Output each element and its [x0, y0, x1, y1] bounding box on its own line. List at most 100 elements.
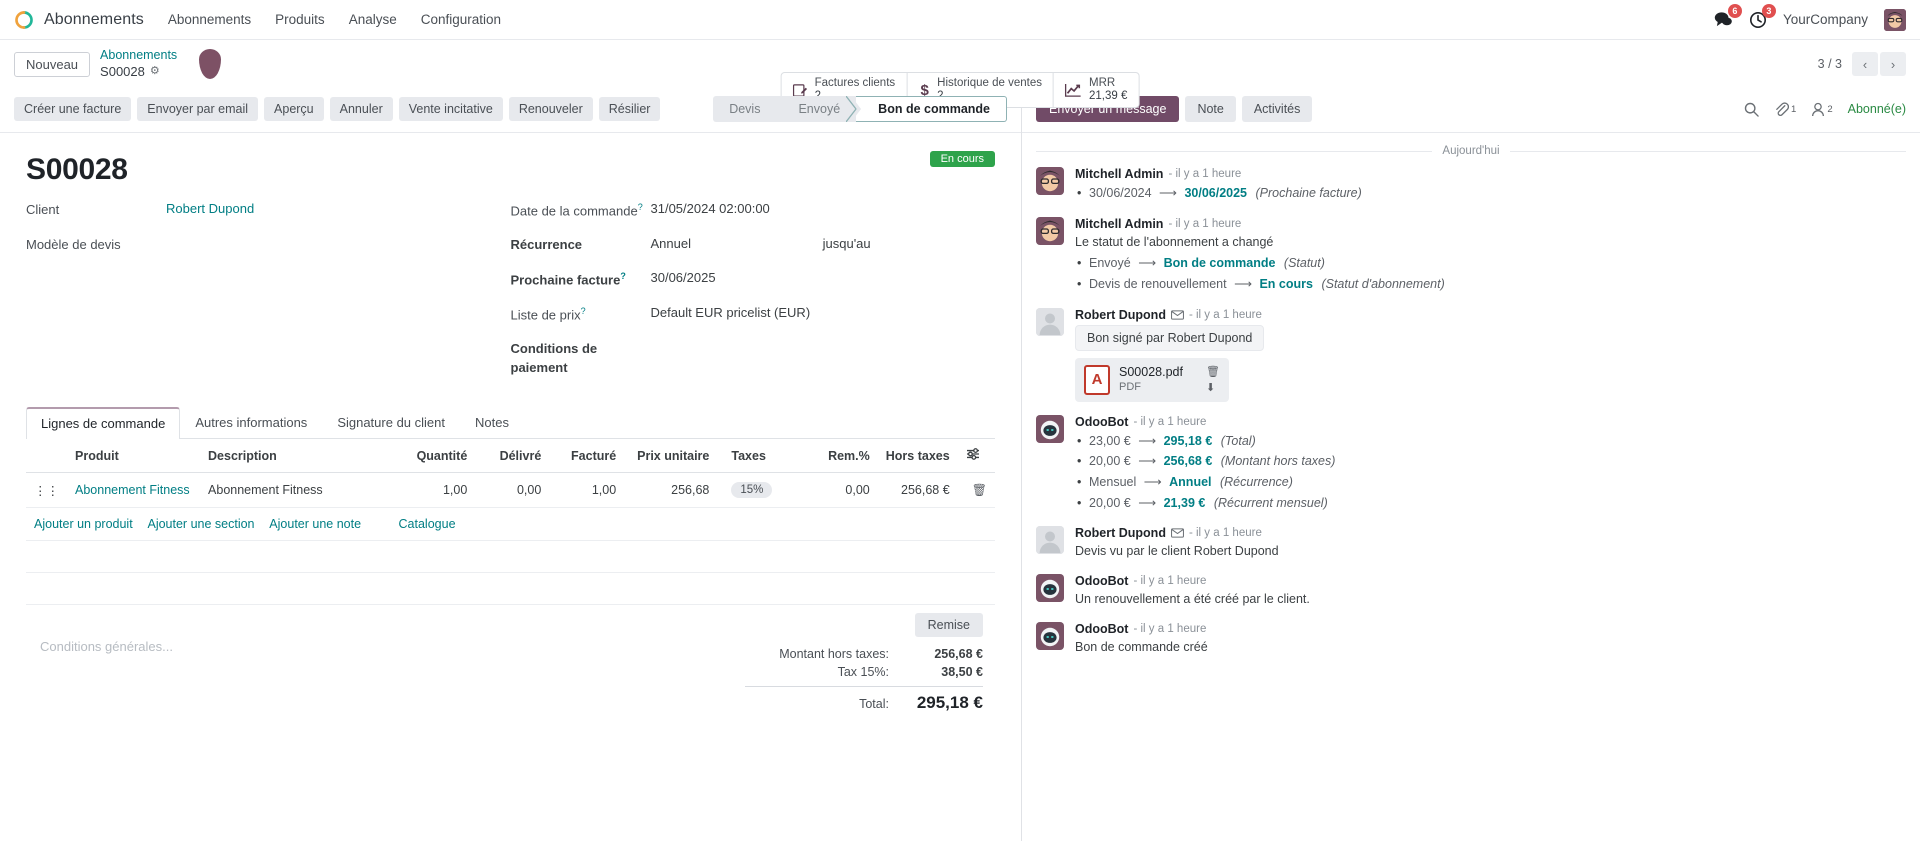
help-icon[interactable]: ?: [581, 306, 586, 316]
message-author[interactable]: Robert Dupond: [1075, 526, 1166, 540]
field-value-client[interactable]: Robert Dupond: [166, 201, 511, 216]
schedule-activity-button[interactable]: Activités: [1241, 96, 1313, 122]
app-name[interactable]: Abonnements: [44, 11, 144, 29]
message-author[interactable]: Robert Dupond: [1075, 308, 1166, 322]
message-author[interactable]: OdooBot: [1075, 415, 1128, 429]
column-header-description[interactable]: Description: [200, 439, 392, 474]
envelope-icon[interactable]: [1171, 310, 1184, 320]
field-value-liste-de-prix[interactable]: Default EUR pricelist (EUR): [651, 305, 996, 320]
column-header-quantite[interactable]: Quantité: [391, 439, 476, 474]
new-button[interactable]: Nouveau: [14, 51, 91, 77]
cell-hors-taxes[interactable]: 256,68 €: [877, 472, 958, 509]
user-avatar[interactable]: [1884, 8, 1906, 31]
stat-value: 21,39 €: [1089, 90, 1128, 103]
odoo-logo-icon[interactable]: [14, 10, 34, 30]
table-row[interactable]: ⋮⋮ Abonnement Fitness Abonnement Fitness…: [26, 472, 995, 509]
cell-facture[interactable]: 1,00: [549, 472, 625, 509]
help-icon[interactable]: ?: [620, 271, 626, 281]
message-author[interactable]: Mitchell Admin: [1075, 167, 1163, 181]
column-header-taxes[interactable]: Taxes: [717, 439, 812, 474]
breadcrumb-parent[interactable]: Abonnements: [100, 48, 177, 64]
avatar[interactable]: [1036, 167, 1064, 195]
tab-autres-informations[interactable]: Autres informations: [180, 407, 322, 439]
renew-button[interactable]: Renouveler: [508, 97, 593, 121]
discount-row: Remise: [745, 613, 983, 638]
column-header-facture[interactable]: Facturé: [549, 439, 625, 474]
cell-description[interactable]: Abonnement Fitness: [200, 472, 392, 509]
messages-button[interactable]: 6: [1714, 4, 1742, 28]
field-value-recurrence[interactable]: Annuel jusqu'au: [651, 236, 996, 251]
catalog-link[interactable]: Catalogue: [399, 517, 456, 531]
tracking-item: Devis de renouvellement ⟶ En cours (Stat…: [1077, 274, 1906, 295]
tab-lignes-de-commande[interactable]: Lignes de commande: [26, 407, 181, 440]
create-invoice-button[interactable]: Créer une facture: [14, 97, 132, 121]
cell-produit[interactable]: Abonnement Fitness: [67, 472, 201, 509]
column-header-delivre[interactable]: Délivré: [475, 439, 550, 474]
avatar[interactable]: [1036, 307, 1064, 336]
avatar[interactable]: [1036, 216, 1064, 245]
cancel-button[interactable]: Annuler: [329, 97, 393, 121]
field-value-date-de-la-commande[interactable]: 31/05/2024 02:00:00: [651, 201, 996, 216]
cell-taxes[interactable]: 15%: [717, 472, 812, 509]
message-author[interactable]: Mitchell Admin: [1075, 217, 1163, 231]
column-header-produit[interactable]: Produit: [67, 439, 201, 474]
nav-item-configuration[interactable]: Configuration: [419, 8, 503, 31]
log-note-button[interactable]: Note: [1185, 96, 1236, 122]
column-header-hors-taxes[interactable]: Hors taxes: [877, 439, 958, 474]
help-icon[interactable]: ?: [638, 202, 643, 212]
terms-placeholder[interactable]: Conditions générales...: [26, 613, 745, 715]
optional-columns-toggle[interactable]: [957, 439, 995, 474]
pipeline-stage-devis[interactable]: Devis: [713, 96, 777, 122]
activities-button[interactable]: 3: [1749, 3, 1776, 29]
cell-quantite[interactable]: 1,00: [391, 472, 476, 509]
upsell-button[interactable]: Vente incitative: [398, 97, 503, 121]
pager-next-button[interactable]: ›: [1880, 52, 1906, 76]
message-author[interactable]: OdooBot: [1075, 622, 1128, 636]
nav-item-analyse[interactable]: Analyse: [347, 8, 399, 31]
search-messages-button[interactable]: [1744, 102, 1759, 117]
row-drag-handle[interactable]: ⋮⋮: [26, 472, 67, 509]
send-by-email-button[interactable]: Envoyer par email: [137, 97, 259, 121]
add-note-link[interactable]: Ajouter une note: [269, 517, 361, 531]
pipeline-stage-bon-de-commande[interactable]: Bon de commande: [846, 96, 1007, 122]
follow-status-button[interactable]: Abonné(e): [1848, 102, 1906, 116]
message-author[interactable]: OdooBot: [1075, 574, 1128, 588]
cell-prix-unitaire[interactable]: 256,68: [624, 472, 718, 509]
nav-item-abonnements[interactable]: Abonnements: [166, 8, 253, 31]
pipeline-stage-envoye[interactable]: Envoyé: [776, 96, 857, 122]
nav-item-produits[interactable]: Produits: [273, 8, 327, 31]
field-value-prochaine-facture[interactable]: 30/06/2025: [651, 270, 996, 285]
company-switcher[interactable]: YourCompany: [1783, 12, 1868, 27]
tracking-field-name: (Montant hors taxes): [1220, 454, 1336, 469]
avatar[interactable]: [1036, 573, 1064, 602]
avatar[interactable]: [1036, 621, 1064, 650]
cell-delete[interactable]: 🗑: [957, 472, 995, 509]
pager-previous-button[interactable]: ‹: [1852, 52, 1878, 76]
product-link[interactable]: Abonnement Fitness: [75, 483, 190, 497]
cell-delivre[interactable]: 0,00: [475, 472, 550, 509]
add-section-link[interactable]: Ajouter une section: [147, 517, 254, 531]
stat-button-mrr[interactable]: MRR 21,39 €: [1054, 73, 1138, 107]
attachment-card[interactable]: A S00028.pdf PDF 🗑 ⬇: [1075, 357, 1229, 402]
trash-icon[interactable]: 🗑: [972, 483, 987, 497]
delete-attachment-icon[interactable]: 🗑: [1206, 365, 1220, 378]
avatar[interactable]: [1036, 526, 1064, 555]
chatter-tools: 1 2 Abonné(e): [1744, 101, 1906, 117]
tab-notes[interactable]: Notes: [460, 407, 524, 439]
column-header-remise[interactable]: Rem.%: [811, 439, 878, 474]
message-time: - il y a 1 heure: [1168, 168, 1242, 180]
gear-icon[interactable]: ⚙: [150, 65, 160, 79]
column-header-prix-unitaire[interactable]: Prix unitaire: [624, 439, 718, 474]
tab-signature-du-client[interactable]: Signature du client: [322, 407, 460, 439]
avatar[interactable]: [1036, 414, 1064, 443]
download-attachment-icon[interactable]: ⬇: [1206, 381, 1220, 394]
attachments-button[interactable]: 1: [1774, 101, 1796, 117]
cell-remise[interactable]: 0,00: [811, 472, 878, 509]
churn-button[interactable]: Résilier: [598, 97, 661, 121]
preview-button[interactable]: Aperçu: [264, 97, 324, 121]
add-product-link[interactable]: Ajouter un produit: [34, 517, 133, 531]
discount-button[interactable]: Remise: [914, 613, 983, 638]
followers-button[interactable]: 2: [1811, 102, 1833, 117]
avatar-guest-icon: [1036, 526, 1064, 555]
envelope-icon[interactable]: [1171, 528, 1184, 538]
